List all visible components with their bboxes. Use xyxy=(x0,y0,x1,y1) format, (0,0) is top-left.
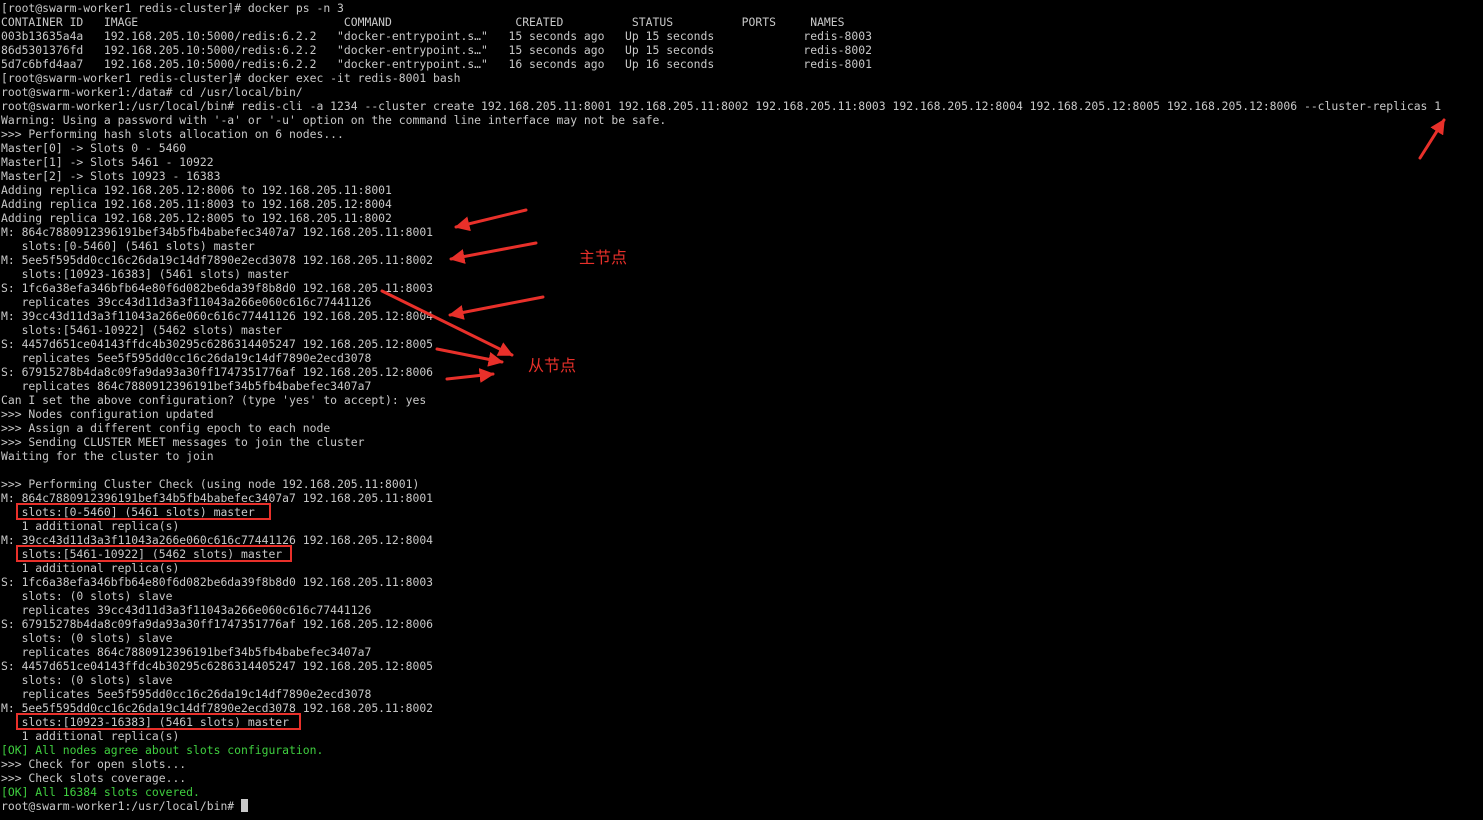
annotation-replica-nodes: 从节点 xyxy=(528,356,577,375)
terminal-line: slots:[10923-16383] (5461 slots) master xyxy=(1,715,290,729)
terminal-line: 003b13635a4a 192.168.205.10:5000/redis:6… xyxy=(1,29,872,43)
terminal-line: replicates 39cc43d11d3a3f11043a266e060c6… xyxy=(1,295,372,309)
terminal-line: 5d7c6bfd4aa7 192.168.205.10:5000/redis:6… xyxy=(1,57,872,71)
terminal-line: Adding replica 192.168.205.11:8003 to 19… xyxy=(1,197,392,211)
terminal-line: S: 1fc6a38efa346bfb64e80f6d082be6da39f8b… xyxy=(1,281,434,295)
terminal-line: Master[1] -> Slots 5461 - 10922 xyxy=(1,155,214,169)
terminal-line: slots: (0 slots) slave xyxy=(1,589,173,603)
terminal-line: slots:[10923-16383] (5461 slots) master xyxy=(1,267,290,281)
terminal-line: replicates 864c7880912396191bef34b5fb4ba… xyxy=(1,645,372,659)
terminal-line: Adding replica 192.168.205.12:8005 to 19… xyxy=(1,211,392,225)
terminal-line: S: 67915278b4da8c09fa9da93a30ff174735177… xyxy=(1,365,434,379)
terminal-line: M: 5ee5f595dd0cc16c26da19c14df7890e2ecd3… xyxy=(1,253,434,267)
terminal-line: >>> Check slots coverage... xyxy=(1,771,187,785)
terminal-line: >>> Check for open slots... xyxy=(1,757,187,771)
terminal-line: 1 additional replica(s) xyxy=(1,519,180,533)
terminal-line: Waiting for the cluster to join xyxy=(1,449,214,463)
terminal-line: slots:[0-5460] (5461 slots) master xyxy=(1,505,255,519)
terminal-line: slots:[0-5460] (5461 slots) master xyxy=(1,239,255,253)
terminal-output[interactable]: [root@swarm-worker1 redis-cluster]# dock… xyxy=(0,1,1483,820)
terminal-line: slots: (0 slots) slave xyxy=(1,673,173,687)
terminal-line: slots:[5461-10922] (5462 slots) master xyxy=(1,547,283,561)
terminal-line: M: 5ee5f595dd0cc16c26da19c14df7890e2ecd3… xyxy=(1,701,434,715)
terminal-line: replicates 864c7880912396191bef34b5fb4ba… xyxy=(1,379,372,393)
terminal-line: >>> Performing Cluster Check (using node… xyxy=(1,477,420,491)
terminal-line: >>> Nodes configuration updated xyxy=(1,407,214,421)
terminal-line: 1 additional replica(s) xyxy=(1,561,180,575)
terminal-line: replicates 39cc43d11d3a3f11043a266e060c6… xyxy=(1,603,372,617)
terminal-line: S: 1fc6a38efa346bfb64e80f6d082be6da39f8b… xyxy=(1,575,434,589)
terminal-line: M: 39cc43d11d3a3f11043a266e060c616c77441… xyxy=(1,309,434,323)
terminal-line: S: 4457d651ce04143ffdc4b30295c6286314405… xyxy=(1,337,434,351)
terminal-line: >>> Sending CLUSTER MEET messages to joi… xyxy=(1,435,365,449)
terminal-line: replicates 5ee5f595dd0cc16c26da19c14df78… xyxy=(1,351,372,365)
terminal-line: [root@swarm-worker1 redis-cluster]# dock… xyxy=(1,71,461,85)
terminal-line: Master[0] -> Slots 0 - 5460 xyxy=(1,141,187,155)
terminal-line: S: 4457d651ce04143ffdc4b30295c6286314405… xyxy=(1,659,434,673)
terminal-line: 86d5301376fd 192.168.205.10:5000/redis:6… xyxy=(1,43,872,57)
terminal-line: M: 864c7880912396191bef34b5fb4babefec340… xyxy=(1,491,434,505)
terminal-line: >>> Assign a different config epoch to e… xyxy=(1,421,331,435)
terminal-line: Can I set the above configuration? (type… xyxy=(1,393,427,407)
terminal-line: [OK] All nodes agree about slots configu… xyxy=(1,743,324,757)
terminal-line: M: 864c7880912396191bef34b5fb4babefec340… xyxy=(1,225,434,239)
terminal-line: slots: (0 slots) slave xyxy=(1,631,173,645)
terminal-line: CONTAINER ID IMAGE COMMAND CREATED STATU… xyxy=(1,15,845,29)
terminal-line: root@swarm-worker1:/data# cd /usr/local/… xyxy=(1,85,303,99)
terminal-line: Adding replica 192.168.205.12:8006 to 19… xyxy=(1,183,392,197)
terminal-line: root@swarm-worker1:/usr/local/bin# xyxy=(0,799,1483,813)
annotation-master-nodes: 主节点 xyxy=(579,248,628,267)
terminal-line: Master[2] -> Slots 10923 - 16383 xyxy=(1,169,221,183)
terminal-line: [root@swarm-worker1 redis-cluster]# dock… xyxy=(1,1,344,15)
terminal-line: 1 additional replica(s) xyxy=(1,729,180,743)
terminal-line: >>> Performing hash slots allocation on … xyxy=(1,127,344,141)
terminal-line: Warning: Using a password with '-a' or '… xyxy=(1,113,667,127)
terminal-line: root@swarm-worker1:/usr/local/bin# redis… xyxy=(1,99,1442,113)
terminal-line: [OK] All 16384 slots covered. xyxy=(1,785,200,799)
terminal-line: M: 39cc43d11d3a3f11043a266e060c616c77441… xyxy=(1,533,434,547)
terminal-line: replicates 5ee5f595dd0cc16c26da19c14df78… xyxy=(1,687,372,701)
terminal-line: slots:[5461-10922] (5462 slots) master xyxy=(1,323,283,337)
terminal-line: S: 67915278b4da8c09fa9da93a30ff174735177… xyxy=(1,617,434,631)
terminal-cursor xyxy=(241,799,249,812)
